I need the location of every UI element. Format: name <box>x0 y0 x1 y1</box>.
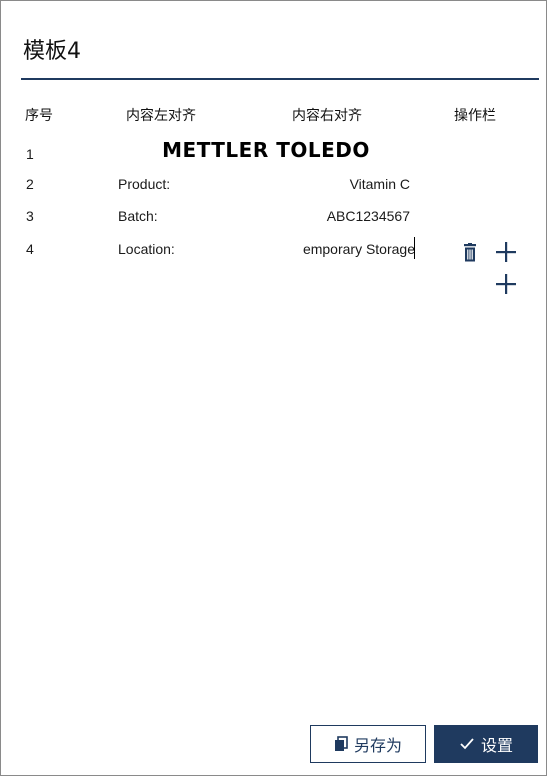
logo-cell[interactable]: METTLER TOLEDO <box>149 136 383 164</box>
header-actions: 操作栏 <box>454 108 496 124</box>
row-1-index: 1 <box>26 146 34 162</box>
add-row-button[interactable] <box>493 271 519 297</box>
header-right-align: 内容右对齐 <box>292 108 362 124</box>
row-4-right-input-value: emporary Storage <box>302 241 415 257</box>
set-label: 设置 <box>480 736 513 755</box>
row-4-index: 4 <box>26 241 34 257</box>
page-title: 模板4 <box>23 39 81 64</box>
row-4-left-text[interactable]: Location: <box>118 241 175 257</box>
delete-row-button[interactable] <box>460 241 480 265</box>
row-3-index: 3 <box>26 208 34 224</box>
header-index: 序号 <box>25 108 53 124</box>
save-as-label: 另存为 <box>353 736 402 755</box>
template-panel: 模板4 序号 内容左对齐 内容右对齐 操作栏 1 METTLER TOLEDO … <box>0 0 547 776</box>
row-2-left-text[interactable]: Product: <box>118 176 170 192</box>
check-icon <box>459 737 475 751</box>
row-2-right-text[interactable]: Vitamin C <box>350 176 410 192</box>
mettler-toledo-logo: METTLER TOLEDO <box>162 138 370 162</box>
add-field-button[interactable] <box>493 239 519 265</box>
trash-icon <box>464 243 476 262</box>
text-caret <box>414 237 415 259</box>
save-as-button[interactable]: 另存为 <box>310 725 426 763</box>
plus-icon <box>496 242 516 262</box>
row-3-right-text[interactable]: ABC1234567 <box>327 208 410 224</box>
plus-icon <box>496 274 516 294</box>
header-left-align: 内容左对齐 <box>126 108 196 124</box>
row-3-left-text[interactable]: Batch: <box>118 208 158 224</box>
row-2-index: 2 <box>26 176 34 192</box>
row-4-right-input[interactable]: emporary Storage <box>267 235 415 263</box>
set-button[interactable]: 设置 <box>434 725 538 763</box>
title-divider <box>21 78 539 80</box>
copy-icon <box>334 736 348 752</box>
